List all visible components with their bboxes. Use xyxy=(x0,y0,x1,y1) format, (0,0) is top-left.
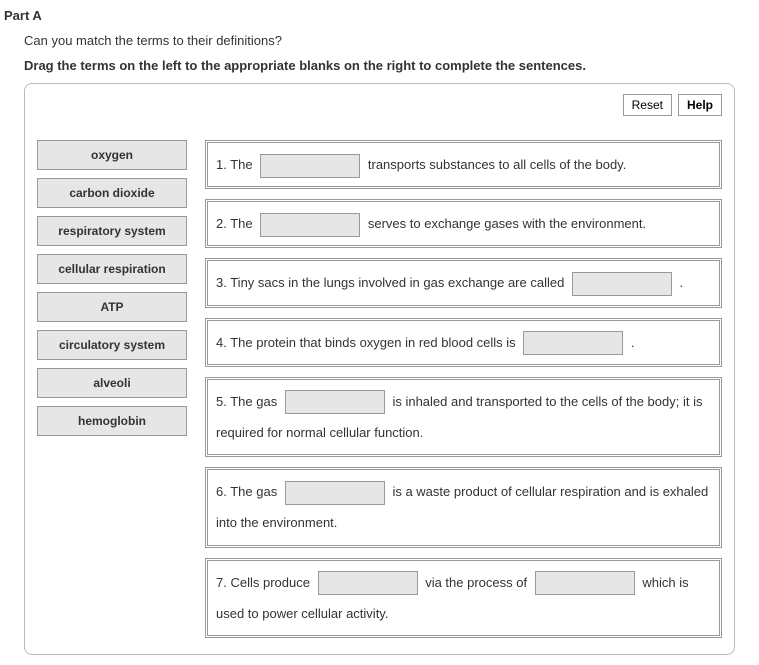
sentence-1: 1. The transports substances to all cell… xyxy=(205,140,722,189)
term-carbon-dioxide[interactable]: carbon dioxide xyxy=(37,178,187,208)
term-circulatory-system[interactable]: circulatory system xyxy=(37,330,187,360)
sentence-7: 7. Cells produce via the process of whic… xyxy=(205,558,722,638)
blank-3[interactable] xyxy=(572,272,672,296)
sentence-5: 5. The gas is inhaled and transported to… xyxy=(205,377,722,457)
terms-column: oxygen carbon dioxide respiratory system… xyxy=(37,140,187,436)
sentence-1-text-a: 1. The xyxy=(216,157,253,172)
sentence-4-text-a: 4. The protein that binds oxygen in red … xyxy=(216,335,516,350)
exercise-box: Reset Help oxygen carbon dioxide respira… xyxy=(24,83,735,655)
sentence-2-text-a: 2. The xyxy=(216,216,253,231)
term-atp[interactable]: ATP xyxy=(37,292,187,322)
question-text: Can you match the terms to their definit… xyxy=(24,33,759,48)
blank-2[interactable] xyxy=(260,213,360,237)
instruction-text: Drag the terms on the left to the approp… xyxy=(24,58,759,73)
term-oxygen[interactable]: oxygen xyxy=(37,140,187,170)
blank-7b[interactable] xyxy=(535,571,635,595)
term-hemoglobin[interactable]: hemoglobin xyxy=(37,406,187,436)
work-area: oxygen carbon dioxide respiratory system… xyxy=(37,140,722,638)
toolbar: Reset Help xyxy=(37,94,722,116)
sentence-5-text-a: 5. The gas xyxy=(216,394,277,409)
blank-1[interactable] xyxy=(260,154,360,178)
blank-7a[interactable] xyxy=(318,571,418,595)
part-label: Part A xyxy=(4,8,759,23)
sentence-6: 6. The gas is a waste product of cellula… xyxy=(205,467,722,547)
blank-4[interactable] xyxy=(523,331,623,355)
sentence-4-text-b: . xyxy=(631,335,635,350)
term-respiratory-system[interactable]: respiratory system xyxy=(37,216,187,246)
sentence-3-text-a: 3. Tiny sacs in the lungs involved in ga… xyxy=(216,275,564,290)
term-alveoli[interactable]: alveoli xyxy=(37,368,187,398)
sentence-4: 4. The protein that binds oxygen in red … xyxy=(205,318,722,367)
sentence-3-text-b: . xyxy=(680,275,684,290)
sentence-6-text-a: 6. The gas xyxy=(216,484,277,499)
sentence-7-text-a: 7. Cells produce xyxy=(216,575,310,590)
sentence-3: 3. Tiny sacs in the lungs involved in ga… xyxy=(205,258,722,307)
term-cellular-respiration[interactable]: cellular respiration xyxy=(37,254,187,284)
help-button[interactable]: Help xyxy=(678,94,722,116)
reset-button[interactable]: Reset xyxy=(623,94,672,116)
blank-6[interactable] xyxy=(285,481,385,505)
blank-5[interactable] xyxy=(285,390,385,414)
sentence-1-text-b: transports substances to all cells of th… xyxy=(368,157,626,172)
sentence-7-text-b: via the process of xyxy=(425,575,527,590)
sentences-column: 1. The transports substances to all cell… xyxy=(205,140,722,638)
sentence-2: 2. The serves to exchange gases with the… xyxy=(205,199,722,248)
sentence-2-text-b: serves to exchange gases with the enviro… xyxy=(368,216,646,231)
